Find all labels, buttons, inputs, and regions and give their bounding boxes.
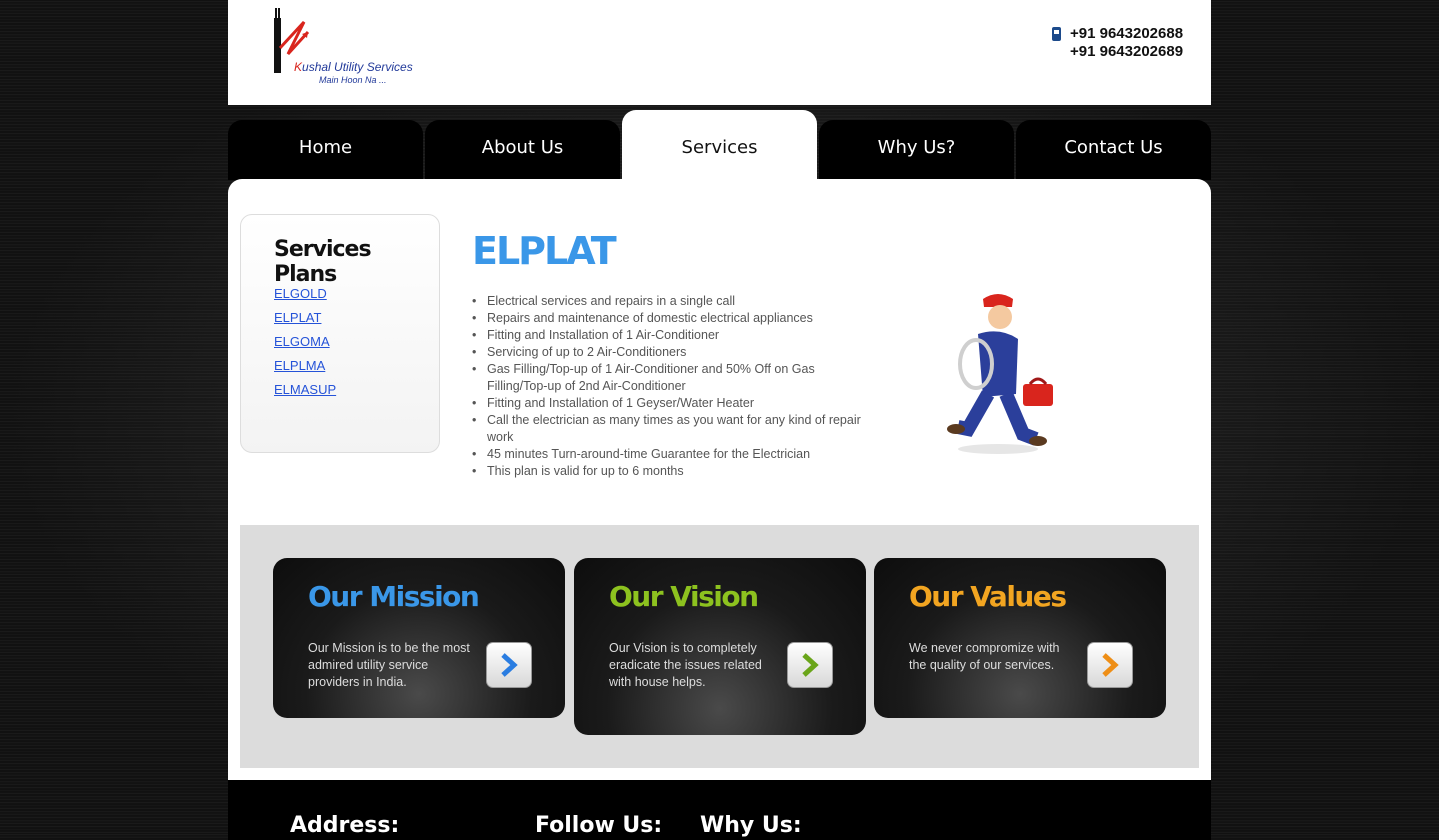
mobile-phone-icon: [1052, 27, 1061, 41]
feature-item: Call the electrician as many times as yo…: [472, 412, 872, 446]
tab-services[interactable]: Services: [622, 110, 817, 180]
company-logo[interactable]: Kushal Utility Services Main Hoon Na ...: [274, 8, 424, 88]
values-text: We never compromize with the quality of …: [909, 641, 1060, 672]
tab-contact-us[interactable]: Contact Us: [1016, 120, 1211, 180]
values-arrow-button[interactable]: [1087, 642, 1133, 688]
vision-text: Our Vision is to completely eradicate th…: [609, 641, 762, 689]
logo-name: Kushal Utility Services: [294, 60, 413, 74]
plan-link-elgold[interactable]: ELGOLD: [274, 286, 327, 301]
electrician-illustration: [947, 294, 1053, 454]
values-title: Our Values: [909, 580, 1067, 613]
footer-why-heading: Why Us:: [700, 813, 802, 838]
plan-title: ELPLAT: [472, 229, 617, 273]
vision-box: Our Vision Our Vision is to completely e…: [574, 558, 866, 735]
phone-numbers: +91 9643202688 +91 9643202689: [1070, 25, 1183, 61]
plan-link-elgoma[interactable]: ELGOMA: [274, 334, 330, 349]
footer-follow-heading: Follow Us:: [535, 813, 663, 838]
main-navigation: Home About Us Services Why Us? Contact U…: [228, 110, 1211, 180]
phone-number-1[interactable]: +91 9643202688: [1070, 25, 1183, 43]
vision-arrow-button[interactable]: [787, 642, 833, 688]
content-panel: Services Plans ELGOLD ELPLAT ELGOMA ELPL…: [228, 179, 1211, 780]
tab-about-us[interactable]: About Us: [425, 120, 620, 180]
plan-link-elplat[interactable]: ELPLAT: [274, 310, 321, 325]
feature-item: This plan is valid for up to 6 months: [472, 463, 872, 480]
chevron-right-icon: [501, 653, 518, 677]
phone-number-2[interactable]: +91 9643202689: [1070, 43, 1183, 61]
mission-text: Our Mission is to be the most admired ut…: [308, 641, 470, 689]
feature-item: 45 minutes Turn-around-time Guarantee fo…: [472, 446, 872, 463]
site-footer: Address: Follow Us: Why Us:: [228, 780, 1211, 840]
feature-item: Gas Filling/Top-up of 1 Air-Conditioner …: [472, 361, 872, 395]
plan-feature-list: Electrical services and repairs in a sin…: [472, 293, 872, 480]
feature-item: Fitting and Installation of 1 Air-Condit…: [472, 327, 872, 344]
plan-link-list: ELGOLD ELPLAT ELGOMA ELPLMA ELMASUP: [274, 285, 336, 405]
info-strip: Our Mission Our Mission is to be the mos…: [240, 525, 1199, 768]
vision-title: Our Vision: [609, 580, 759, 613]
plan-link-elmasup[interactable]: ELMASUP: [274, 382, 336, 397]
mission-box: Our Mission Our Mission is to be the mos…: [273, 558, 565, 718]
feature-item: Fitting and Installation of 1 Geyser/Wat…: [472, 395, 872, 412]
feature-item: Repairs and maintenance of domestic elec…: [472, 310, 872, 327]
sidebar-title: Services Plans: [274, 237, 372, 287]
chevron-right-icon: [1102, 653, 1119, 677]
feature-item: Servicing of up to 2 Air-Conditioners: [472, 344, 872, 361]
footer-address-heading: Address:: [290, 813, 400, 838]
mission-title: Our Mission: [308, 580, 480, 613]
plan-link-elplma[interactable]: ELPLMA: [274, 358, 325, 373]
feature-item: Electrical services and repairs in a sin…: [472, 293, 872, 310]
values-box: Our Values We never compromize with the …: [874, 558, 1166, 718]
logo-tagline: Main Hoon Na ...: [319, 75, 387, 85]
tab-why-us[interactable]: Why Us?: [819, 120, 1014, 180]
mission-arrow-button[interactable]: [486, 642, 532, 688]
site-header: Kushal Utility Services Main Hoon Na ...…: [228, 0, 1211, 105]
service-plans-sidebar: Services Plans ELGOLD ELPLAT ELGOMA ELPL…: [240, 214, 440, 453]
tab-home[interactable]: Home: [228, 120, 423, 180]
chevron-right-icon: [802, 653, 819, 677]
